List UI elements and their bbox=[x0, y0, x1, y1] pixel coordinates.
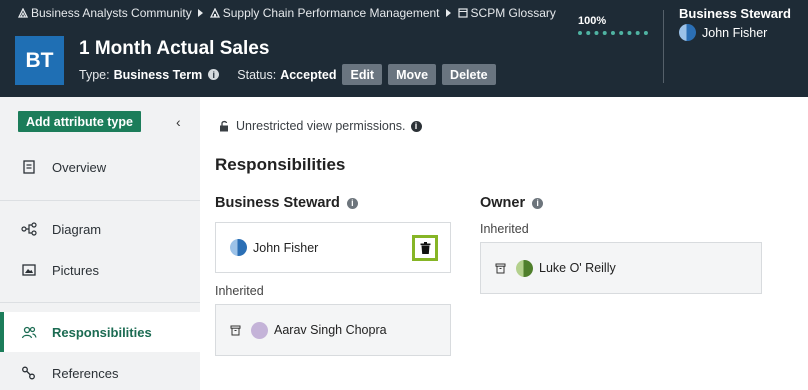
header-steward-label: Business Steward bbox=[679, 6, 791, 21]
sidebar-item-label: Diagram bbox=[52, 221, 102, 237]
header-divider bbox=[663, 10, 664, 83]
sidebar-item-overview[interactable]: Overview bbox=[0, 147, 200, 187]
info-icon[interactable]: i bbox=[410, 120, 422, 132]
unlock-icon bbox=[220, 120, 228, 132]
sidebar-item-diagram[interactable]: Diagram bbox=[0, 209, 200, 249]
owner-inherited: Luke O' Reilly bbox=[480, 242, 762, 294]
breadcrumb-label: SCPM Glossary bbox=[470, 6, 556, 20]
info-icon[interactable]: i bbox=[346, 197, 358, 209]
assignee-name[interactable]: Luke O' Reilly bbox=[539, 261, 616, 275]
role-title: Owner bbox=[480, 195, 526, 211]
inherited-icon bbox=[495, 263, 506, 273]
breadcrumb-separator-icon bbox=[445, 9, 451, 17]
sidebar-divider bbox=[0, 200, 200, 201]
assignee-name: John Fisher bbox=[253, 240, 319, 255]
info-icon[interactable]: i bbox=[208, 69, 220, 80]
completeness-value: 100% bbox=[578, 15, 607, 27]
type-label: Type: bbox=[79, 67, 110, 82]
view-permissions: Unrestricted view permissions. i bbox=[219, 119, 422, 133]
avatar bbox=[230, 239, 247, 256]
section-title: Responsibilities bbox=[215, 155, 346, 174]
add-attribute-type-button[interactable]: Add attribute type bbox=[18, 111, 141, 132]
business-steward-heading: Business Steward i bbox=[215, 195, 358, 211]
people-icon bbox=[21, 326, 37, 339]
remove-responsibility-button[interactable] bbox=[412, 235, 438, 261]
sidebar-item-responsibilities[interactable]: Responsibilities bbox=[0, 312, 200, 352]
inherited-label: Inherited bbox=[215, 284, 264, 298]
sidebar-item-label: Overview bbox=[52, 159, 107, 175]
delete-button[interactable]: Delete bbox=[442, 64, 496, 85]
view-permissions-text: Unrestricted view permissions. bbox=[236, 119, 406, 133]
status-value[interactable]: Accepted bbox=[280, 68, 336, 82]
assignee-name[interactable]: Aarav Singh Chopra bbox=[274, 323, 387, 337]
owner-heading: Owner i bbox=[480, 195, 544, 211]
glossary-icon bbox=[457, 8, 468, 18]
type-value[interactable]: Business Term bbox=[114, 68, 203, 82]
asset-header: Business Analysts Community Supply Chain… bbox=[0, 0, 808, 97]
header-steward-name: John Fisher bbox=[702, 25, 768, 40]
breadcrumb-community[interactable]: Business Analysts Community bbox=[18, 6, 192, 20]
breadcrumb-label: Business Analysts Community bbox=[31, 6, 192, 20]
status-label: Status: bbox=[237, 67, 277, 82]
avatar bbox=[251, 321, 268, 339]
breadcrumb-label: Supply Chain Performance Management bbox=[222, 6, 440, 20]
breadcrumb-separator-icon bbox=[197, 9, 203, 17]
page-title: 1 Month Actual Sales bbox=[79, 38, 270, 59]
move-button[interactable]: Move bbox=[388, 64, 437, 85]
sidebar-item-label: References bbox=[52, 365, 119, 381]
sidebar-item-references[interactable]: References bbox=[0, 353, 200, 390]
avatar bbox=[516, 259, 533, 277]
overview-icon bbox=[23, 160, 35, 174]
diagram-icon bbox=[21, 222, 37, 236]
role-title: Business Steward bbox=[215, 195, 340, 211]
references-icon bbox=[22, 366, 35, 380]
sidebar-divider bbox=[0, 302, 200, 303]
avatar bbox=[679, 24, 696, 41]
inherited-icon bbox=[230, 325, 241, 335]
completeness-indicator: 100% bbox=[578, 15, 648, 35]
pictures-icon bbox=[22, 264, 36, 276]
sidebar-item-pictures[interactable]: Pictures bbox=[0, 250, 200, 290]
completeness-bar bbox=[578, 31, 648, 35]
trash-icon bbox=[420, 242, 430, 254]
edit-button[interactable]: Edit bbox=[342, 64, 383, 85]
domain-icon bbox=[209, 8, 220, 18]
chevron-left-icon[interactable]: ‹ bbox=[176, 114, 181, 130]
breadcrumb-glossary[interactable]: SCPM Glossary bbox=[457, 6, 556, 20]
breadcrumb: Business Analysts Community Supply Chain… bbox=[18, 6, 556, 20]
asset-meta: Type: Business Term i Status: Accepted E… bbox=[79, 64, 496, 85]
breadcrumb-domain[interactable]: Supply Chain Performance Management bbox=[209, 6, 440, 20]
asset-type-badge: BT bbox=[15, 36, 64, 85]
header-steward-user[interactable]: John Fisher bbox=[679, 24, 791, 41]
sidebar-item-label: Responsibilities bbox=[52, 324, 152, 340]
community-icon bbox=[18, 8, 28, 18]
info-icon[interactable]: i bbox=[532, 197, 544, 209]
inherited-label: Inherited bbox=[480, 222, 529, 236]
sidebar: Add attribute type ‹ Overview Diagram Pi… bbox=[0, 97, 200, 390]
sidebar-item-label: Pictures bbox=[52, 262, 99, 278]
header-steward: Business Steward John Fisher bbox=[679, 6, 791, 41]
business-steward-inherited: Aarav Singh Chopra bbox=[215, 304, 451, 356]
